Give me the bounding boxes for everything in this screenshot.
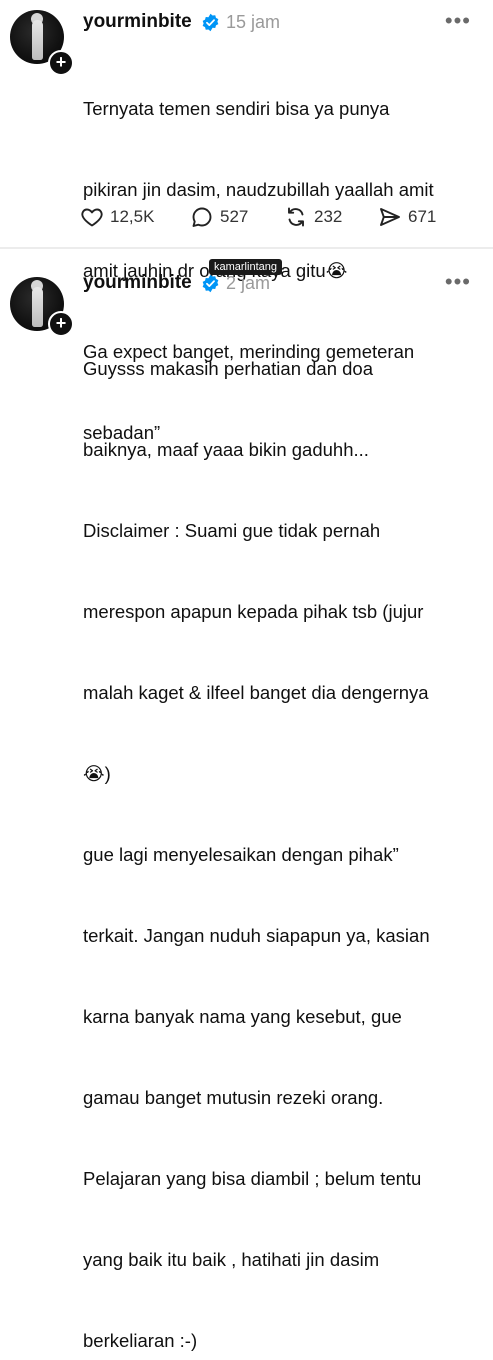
follow-plus-icon[interactable]: +	[48, 50, 74, 76]
text-line: baiknya, maaf yaaa bikin gaduhh...	[83, 439, 369, 460]
text-line: merespon apapun kepada pihak tsb (jujur	[83, 601, 424, 622]
post-time: 2 jam	[226, 273, 271, 293]
text-line: Ternyata temen sendiri bisa ya punya	[83, 98, 390, 119]
repost-icon	[288, 207, 304, 227]
watermark-label: kamarlintang	[209, 259, 282, 275]
text-line: pikiran jin dasim, naudzubillah yaallah …	[83, 179, 434, 200]
post-time: 15 jam	[226, 12, 281, 32]
text-line: Pelajaran yang bisa diambil ; belum tent…	[83, 1168, 422, 1189]
post-2: + yourminbite 2 jam ••• Guysss makasih p…	[0, 250, 493, 1351]
like-button[interactable]: 12,5K	[80, 204, 154, 230]
text-line: malah kaget & ilfeel banget dia dengerny…	[83, 682, 429, 703]
heart-icon	[81, 208, 103, 227]
text-line: 😭)	[83, 763, 111, 784]
more-icon[interactable]: •••	[445, 8, 471, 34]
text-line: berkeliaran :-)	[83, 1330, 198, 1351]
text-line: karna banyak nama yang kesebut, gue	[83, 1006, 402, 1027]
post-1: + yourminbite 15 jam ••• Ternyata temen …	[0, 0, 493, 443]
text-line: yang baik itu baik , hatihati jin dasim	[83, 1249, 380, 1270]
repost-button[interactable]: 232	[284, 204, 342, 230]
post-divider	[0, 247, 493, 249]
username[interactable]: yourminbite	[83, 272, 192, 294]
more-icon[interactable]: •••	[445, 269, 471, 295]
share-button[interactable]: 671	[378, 204, 436, 230]
share-icon	[380, 208, 400, 226]
text-line: terkait. Jangan nuduh siapapun ya, kasia…	[83, 925, 430, 946]
reply-count: 527	[220, 207, 249, 226]
verified-badge-icon	[202, 274, 219, 293]
repost-count: 232	[314, 207, 343, 226]
post-text: Guysss makasih perhatian dan doa baiknya…	[83, 301, 488, 1360]
follow-plus-icon[interactable]: +	[48, 311, 74, 337]
text-line: gue lagi menyelesaikan dengan pihak”	[83, 844, 399, 865]
comment-icon	[192, 207, 212, 227]
verified-badge-icon	[202, 13, 219, 32]
share-count: 671	[408, 207, 437, 226]
username[interactable]: yourminbite	[83, 11, 192, 33]
like-count: 12,5K	[110, 207, 155, 226]
text-line: gamau banget mutusin rezeki orang.	[83, 1087, 384, 1108]
text-line: Guysss makasih perhatian dan doa	[83, 358, 374, 379]
reply-button[interactable]: 527	[190, 204, 248, 230]
text-line: Disclaimer : Suami gue tidak pernah	[83, 520, 381, 541]
